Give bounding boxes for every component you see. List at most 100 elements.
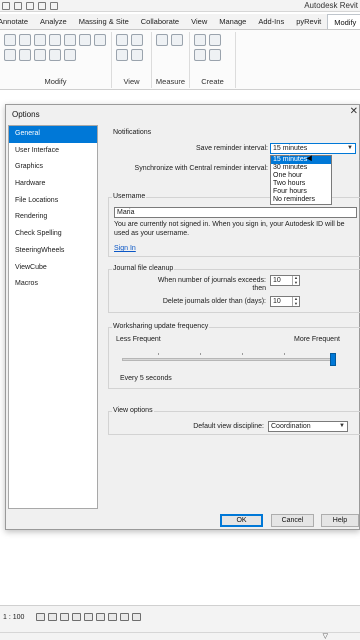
app-title: Autodesk Revit	[304, 1, 358, 10]
tab-analyze[interactable]: Analyze	[34, 14, 73, 29]
ok-button[interactable]: OK	[220, 514, 263, 527]
slider-tick	[158, 353, 159, 355]
measure-distance-icon[interactable]	[156, 34, 168, 46]
cancel-button[interactable]: Cancel	[271, 514, 314, 527]
dropdown-option-two-hours[interactable]: Two hours	[271, 180, 331, 188]
pin-icon[interactable]	[49, 49, 61, 61]
more-frequent-label: More Frequent	[294, 336, 340, 343]
status-bar-bottom	[0, 632, 360, 640]
tab-view[interactable]: View	[185, 14, 213, 29]
dropdown-option-four-hours[interactable]: Four hours	[271, 188, 331, 196]
worksharing-slider-thumb[interactable]	[330, 353, 336, 366]
dropdown-option-15-minutes[interactable]: 15 minutes	[271, 156, 331, 164]
create-parts-icon[interactable]	[209, 34, 221, 46]
close-icon[interactable]: ✕	[350, 107, 358, 117]
create-similar-icon[interactable]	[209, 49, 221, 61]
ribbon-group-modify: Modify	[0, 32, 112, 88]
save-reminder-select[interactable]: 15 minutes ▼	[270, 143, 356, 154]
quick-access-toolbar	[2, 2, 58, 10]
view-discipline-select[interactable]: Coordination ▼	[268, 421, 348, 432]
measure-icon[interactable]	[50, 2, 58, 10]
username-header: Username	[112, 193, 147, 200]
worksharing-slider-track[interactable]	[122, 358, 336, 361]
dropdown-option-one-hour[interactable]: One hour	[271, 172, 331, 180]
view-control-bar	[36, 613, 141, 621]
move-icon[interactable]	[49, 34, 61, 46]
save-icon[interactable]	[14, 2, 22, 10]
delete-icon[interactable]	[64, 49, 76, 61]
nav-item-macros[interactable]: Macros	[9, 276, 97, 293]
reveal-hidden-icon[interactable]	[120, 613, 129, 621]
override-icon[interactable]	[116, 49, 128, 61]
sign-in-link[interactable]: Sign In	[114, 245, 136, 252]
tab-manage[interactable]: Manage	[213, 14, 252, 29]
nav-item-viewcube[interactable]: ViewCube	[9, 260, 97, 277]
help-button[interactable]: Help	[321, 514, 359, 527]
hide-icon[interactable]	[131, 34, 143, 46]
journal-count-value: 10	[273, 277, 281, 284]
save-reminder-value: 15 minutes	[273, 145, 308, 152]
mirror-icon[interactable]	[34, 34, 46, 46]
copy-icon[interactable]	[64, 34, 76, 46]
ribbon-tabs: Annotate Analyze Massing & Site Collabor…	[0, 14, 360, 30]
dropdown-option-no-reminders[interactable]: No reminders	[271, 196, 331, 204]
username-field[interactable]: Maria	[114, 207, 357, 218]
redo-icon[interactable]	[38, 2, 46, 10]
scale-icon[interactable]	[34, 49, 46, 61]
nav-item-steeringwheels[interactable]: SteeringWheels	[9, 243, 97, 260]
spin-down-icon[interactable]: ▼	[293, 280, 299, 286]
ribbon-group-measure: Measure	[152, 32, 190, 88]
journal-count-stepper[interactable]: 10 ▲ ▼	[270, 275, 300, 286]
tab-pyrevit[interactable]: pyRevit	[290, 14, 327, 29]
sun-path-icon[interactable]	[60, 613, 69, 621]
dropdown-option-30-minutes[interactable]: 30 minutes	[271, 164, 331, 172]
rotate-icon[interactable]	[79, 34, 91, 46]
dialog-title: Options	[12, 110, 40, 119]
ribbon-group-label-modify: Modify	[44, 77, 67, 86]
journal-days-stepper[interactable]: 10 ▲ ▼	[270, 296, 300, 307]
nav-item-graphics[interactable]: Graphics	[9, 159, 97, 176]
tab-massing-site[interactable]: Massing & Site	[73, 14, 135, 29]
spin-down-icon[interactable]: ▼	[293, 301, 299, 307]
tab-add-ins[interactable]: Add-Ins	[252, 14, 290, 29]
nav-item-hardware[interactable]: Hardware	[9, 176, 97, 193]
crop-view-icon[interactable]	[84, 613, 93, 621]
temporary-hide-icon[interactable]	[108, 613, 117, 621]
offset-icon[interactable]	[19, 34, 31, 46]
dimension-icon[interactable]	[171, 34, 183, 46]
undo-icon[interactable]	[26, 2, 34, 10]
align-icon[interactable]	[4, 34, 16, 46]
journal-delete-label: Delete journals older than (days):	[162, 298, 266, 305]
nav-item-general[interactable]: General	[9, 126, 97, 143]
worksharing-header: Worksharing update frequency	[112, 323, 210, 330]
nav-item-user-interface[interactable]: User Interface	[9, 143, 97, 160]
shadows-icon[interactable]	[72, 613, 81, 621]
tab-annotate[interactable]: Annotate	[0, 14, 34, 29]
nav-item-file-locations[interactable]: File Locations	[9, 193, 97, 210]
save-reminder-label: Save reminder interval:	[196, 145, 268, 152]
array-icon[interactable]	[19, 49, 31, 61]
split-icon[interactable]	[4, 49, 16, 61]
status-bar: 1 : 100 ▽	[0, 605, 360, 640]
create-group-icon[interactable]	[194, 49, 206, 61]
nav-item-check-spelling[interactable]: Check Spelling	[9, 226, 97, 243]
open-icon[interactable]	[2, 2, 10, 10]
filter-icon[interactable]: ▽	[323, 632, 328, 640]
paint-icon[interactable]	[116, 34, 128, 46]
detail-level-icon[interactable]	[36, 613, 45, 621]
general-settings-panel: Notifications Save reminder interval: 15…	[104, 125, 360, 509]
view-scale[interactable]: 1 : 100	[3, 614, 24, 621]
show-crop-icon[interactable]	[96, 613, 105, 621]
trim-icon[interactable]	[94, 34, 106, 46]
create-assembly-icon[interactable]	[194, 34, 206, 46]
tab-modify[interactable]: Modify	[327, 14, 360, 29]
visual-style-icon[interactable]	[48, 613, 57, 621]
analytical-model-icon[interactable]	[132, 613, 141, 621]
journal-header: Journal file cleanup	[112, 265, 175, 272]
nav-item-rendering[interactable]: Rendering	[9, 209, 97, 226]
linework-icon[interactable]	[131, 49, 143, 61]
ribbon-group-label-measure: Measure	[155, 77, 186, 86]
username-note: You are currently not signed in. When yo…	[114, 221, 345, 237]
notifications-header: Notifications	[112, 129, 153, 136]
tab-collaborate[interactable]: Collaborate	[135, 14, 185, 29]
